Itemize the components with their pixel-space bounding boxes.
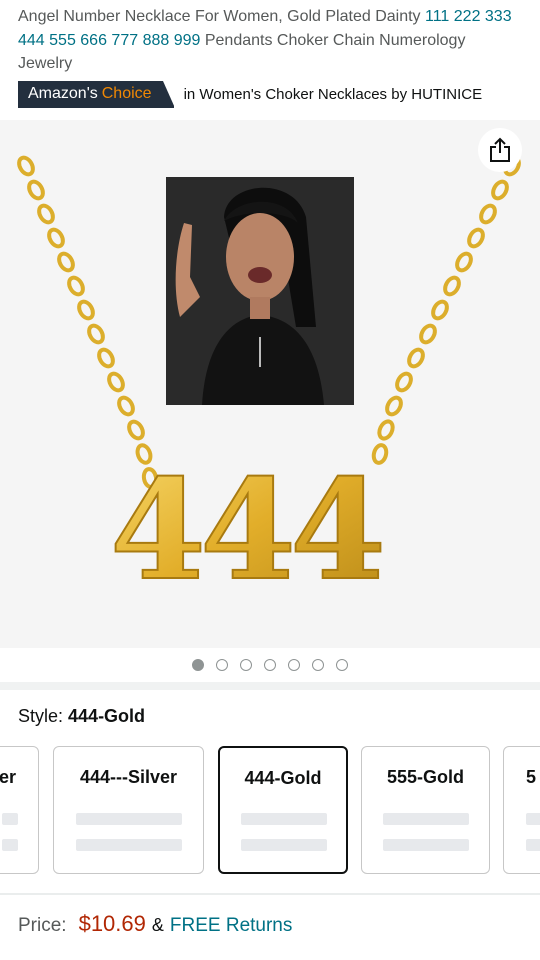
right-chain xyxy=(371,155,521,465)
style-option-444-silver[interactable]: 444---Silver xyxy=(53,746,204,874)
carousel-dot[interactable] xyxy=(192,659,204,671)
price-row: Price: $10.69 & FREE Returns xyxy=(18,911,292,937)
share-icon xyxy=(490,137,510,162)
carousel-dot[interactable] xyxy=(264,659,276,671)
video-overlay[interactable] xyxy=(166,177,354,405)
style-selected-value: 444-Gold xyxy=(68,706,146,726)
left-chain xyxy=(17,155,159,489)
carousel-dot[interactable] xyxy=(240,659,252,671)
carousel-dot[interactable] xyxy=(336,659,348,671)
pendant-number: 444 xyxy=(110,448,381,611)
style-option-label: 444---Silver xyxy=(79,767,178,787)
share-button[interactable] xyxy=(478,128,522,172)
price-placeholder xyxy=(76,839,182,851)
style-option[interactable]: er xyxy=(0,746,39,874)
style-option-label: 444-Gold xyxy=(244,768,322,788)
price-placeholder xyxy=(2,839,18,851)
style-option-444-gold[interactable]: 444-Gold xyxy=(218,746,348,874)
carousel-dot[interactable] xyxy=(312,659,324,671)
style-option-label: 555-Gold xyxy=(386,767,465,787)
carousel-dot[interactable] xyxy=(216,659,228,671)
amazons-choice-badge[interactable]: Amazon's Choice xyxy=(18,80,175,108)
badge-category-text: in Women's Choker Necklaces by HUTINICE xyxy=(183,85,483,103)
section-divider xyxy=(0,682,540,690)
price-placeholder xyxy=(241,839,327,851)
price-value: $10.69 xyxy=(78,911,146,936)
image-carousel-dots[interactable] xyxy=(0,648,540,682)
free-returns-link[interactable]: FREE Returns xyxy=(170,915,292,937)
style-option[interactable]: 5 xyxy=(503,746,540,874)
badge-amazons-label: Amazon's xyxy=(28,85,98,102)
price-placeholder xyxy=(2,813,18,825)
presenter-video-frame xyxy=(166,177,354,405)
section-divider xyxy=(0,893,540,895)
price-ampersand: & xyxy=(151,915,164,935)
price-placeholder xyxy=(383,813,469,825)
style-swatches: er 444---Silver 444-Gold 555-Gold 5 xyxy=(0,746,540,874)
amazons-choice-row: Amazon's Choice in Women's Choker Neckla… xyxy=(18,80,523,108)
price-placeholder xyxy=(76,813,182,825)
price-placeholder xyxy=(526,839,540,851)
style-label-prefix: Style: xyxy=(18,706,69,726)
style-option-555-gold[interactable]: 555-Gold xyxy=(361,746,490,874)
title-text: Angel Number Necklace For Women, Gold Pl… xyxy=(18,8,425,25)
price-placeholder xyxy=(241,813,327,825)
price-placeholder xyxy=(526,813,540,825)
price-placeholder xyxy=(383,839,469,851)
style-option-label: er xyxy=(0,767,16,787)
carousel-dot[interactable] xyxy=(288,659,300,671)
style-label: Style: 444-Gold xyxy=(18,706,145,727)
style-option-label: 5 xyxy=(526,767,537,787)
badge-choice-label: Choice xyxy=(101,85,152,102)
product-title: Angel Number Necklace For Women, Gold Pl… xyxy=(18,5,523,76)
price-label: Price: xyxy=(18,915,67,936)
